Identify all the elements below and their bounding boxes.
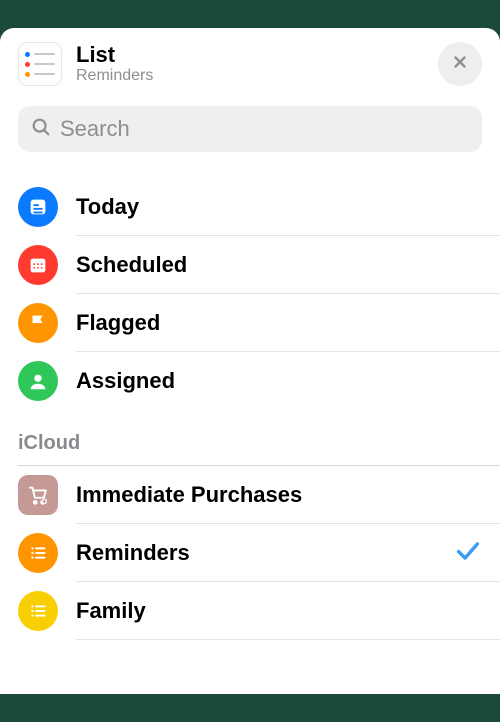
cart-icon bbox=[18, 475, 58, 515]
list-label: Reminders bbox=[76, 540, 436, 566]
title-block: List Reminders bbox=[76, 42, 424, 86]
smart-list-assigned[interactable]: Assigned bbox=[18, 352, 482, 410]
smart-list-label: Flagged bbox=[76, 310, 482, 336]
list-picker-sheet: List Reminders Today bbox=[0, 28, 500, 694]
list-row[interactable]: Immediate Purchases bbox=[18, 466, 482, 524]
smart-list-label: Scheduled bbox=[76, 252, 482, 278]
today-icon bbox=[18, 187, 58, 227]
list-row[interactable]: Reminders bbox=[18, 524, 482, 582]
list-label: Immediate Purchases bbox=[76, 482, 482, 508]
search-field[interactable] bbox=[18, 106, 482, 152]
smart-list-today[interactable]: Today bbox=[18, 178, 482, 236]
close-button[interactable] bbox=[438, 42, 482, 86]
smart-list-scheduled[interactable]: Scheduled bbox=[18, 236, 482, 294]
icloud-lists-group: Immediate Purchases Reminders bbox=[18, 466, 482, 640]
smart-lists-group: Today Scheduled Flagged Assigned bbox=[18, 178, 482, 410]
checkmark-icon bbox=[454, 537, 482, 570]
section-header-icloud: iCloud bbox=[18, 432, 482, 455]
calendar-icon bbox=[18, 245, 58, 285]
reminders-app-icon bbox=[18, 42, 62, 86]
search-input[interactable] bbox=[60, 116, 470, 142]
sheet-title: List bbox=[76, 42, 424, 67]
sheet-header: List Reminders bbox=[18, 42, 482, 86]
smart-list-label: Assigned bbox=[76, 368, 482, 394]
sheet-subtitle: Reminders bbox=[76, 67, 424, 85]
close-icon bbox=[451, 53, 469, 76]
list-icon bbox=[18, 533, 58, 573]
list-row[interactable]: Family bbox=[18, 582, 482, 640]
list-label: Family bbox=[76, 598, 482, 624]
person-icon bbox=[18, 361, 58, 401]
flag-icon bbox=[18, 303, 58, 343]
list-icon bbox=[18, 591, 58, 631]
search-icon bbox=[30, 116, 52, 143]
smart-list-flagged[interactable]: Flagged bbox=[18, 294, 482, 352]
smart-list-label: Today bbox=[76, 194, 482, 220]
